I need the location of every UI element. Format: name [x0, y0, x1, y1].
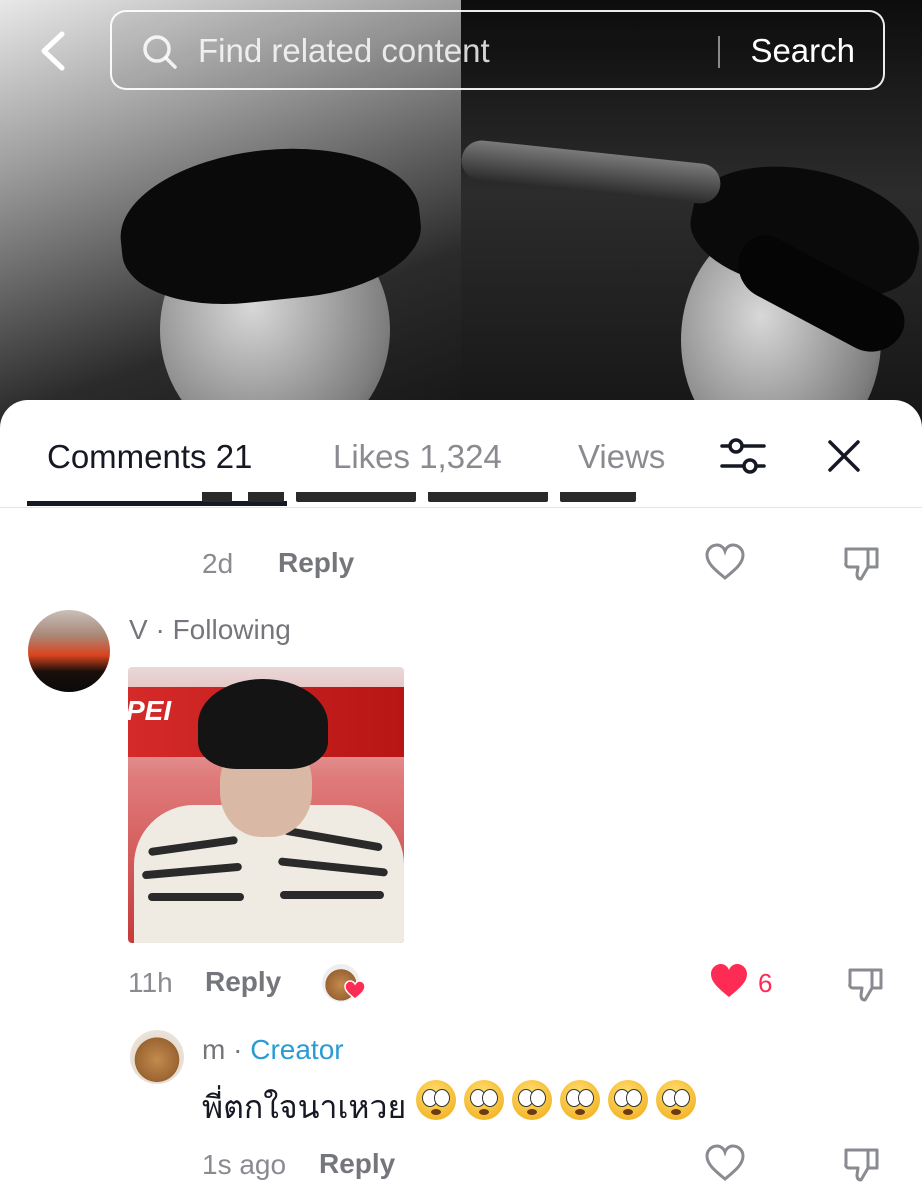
search-bar[interactable]: Search — [110, 10, 885, 90]
reply-button[interactable]: Reply — [319, 1148, 395, 1180]
comment-author[interactable]: V · Following — [129, 614, 291, 646]
separator: · — [225, 1034, 251, 1065]
creator-badge: Creator — [250, 1034, 344, 1065]
heart-icon[interactable] — [704, 1144, 746, 1182]
search-icon — [143, 35, 177, 69]
tab-fade — [660, 436, 696, 482]
thumbs-down-icon[interactable] — [842, 543, 882, 583]
heart-icon[interactable] — [704, 543, 746, 581]
comment-timestamp: 2d — [202, 548, 234, 579]
comment-gif[interactable]: PEI — [128, 667, 404, 943]
gif-hair — [198, 679, 328, 769]
chevron-left-icon — [41, 31, 65, 71]
username[interactable]: V — [129, 614, 148, 645]
like-count: 6 — [758, 968, 773, 998]
heart-icon — [344, 980, 366, 1000]
avatar[interactable] — [28, 610, 110, 692]
tab-views[interactable]: Views — [578, 438, 665, 476]
relation-label: Following — [172, 614, 291, 645]
comments-screen: Search Comments 21 Likes 1,324 Views — [0, 0, 922, 1200]
tab-likes[interactable]: Likes 1,324 — [333, 438, 502, 476]
gif-banner-text: PEI — [128, 695, 172, 726]
clipped-comment-text — [202, 492, 642, 514]
tab-comments[interactable]: Comments 21 — [47, 438, 252, 476]
flushed-face-icon — [416, 1080, 456, 1120]
back-button[interactable] — [34, 28, 74, 74]
flushed-face-icon — [656, 1080, 696, 1120]
comment-timestamp: 11h — [128, 967, 173, 998]
flushed-face-icon — [464, 1080, 504, 1120]
reply-button[interactable]: Reply — [278, 547, 354, 579]
search-input[interactable] — [198, 26, 718, 76]
comment-author[interactable]: m · Creator — [202, 1034, 344, 1066]
search-button[interactable]: Search — [750, 32, 855, 70]
flushed-face-icon — [608, 1080, 648, 1120]
comment-text: พี่ตกใจนาเหวย — [202, 1089, 407, 1125]
sliders-icon[interactable] — [720, 434, 766, 478]
flushed-face-icon — [512, 1080, 552, 1120]
username[interactable]: m — [202, 1034, 225, 1065]
comment-timestamp: 1s ago — [202, 1149, 287, 1180]
flushed-face-icon — [560, 1080, 600, 1120]
reply-button[interactable]: Reply — [205, 966, 281, 998]
search-divider — [718, 36, 720, 68]
thumbs-down-icon[interactable] — [842, 1144, 882, 1184]
close-icon[interactable] — [826, 438, 862, 474]
heart-icon[interactable] — [708, 962, 750, 1000]
avatar[interactable] — [130, 1030, 184, 1084]
thumbs-down-icon[interactable] — [846, 964, 886, 1004]
separator: · — [147, 614, 173, 645]
